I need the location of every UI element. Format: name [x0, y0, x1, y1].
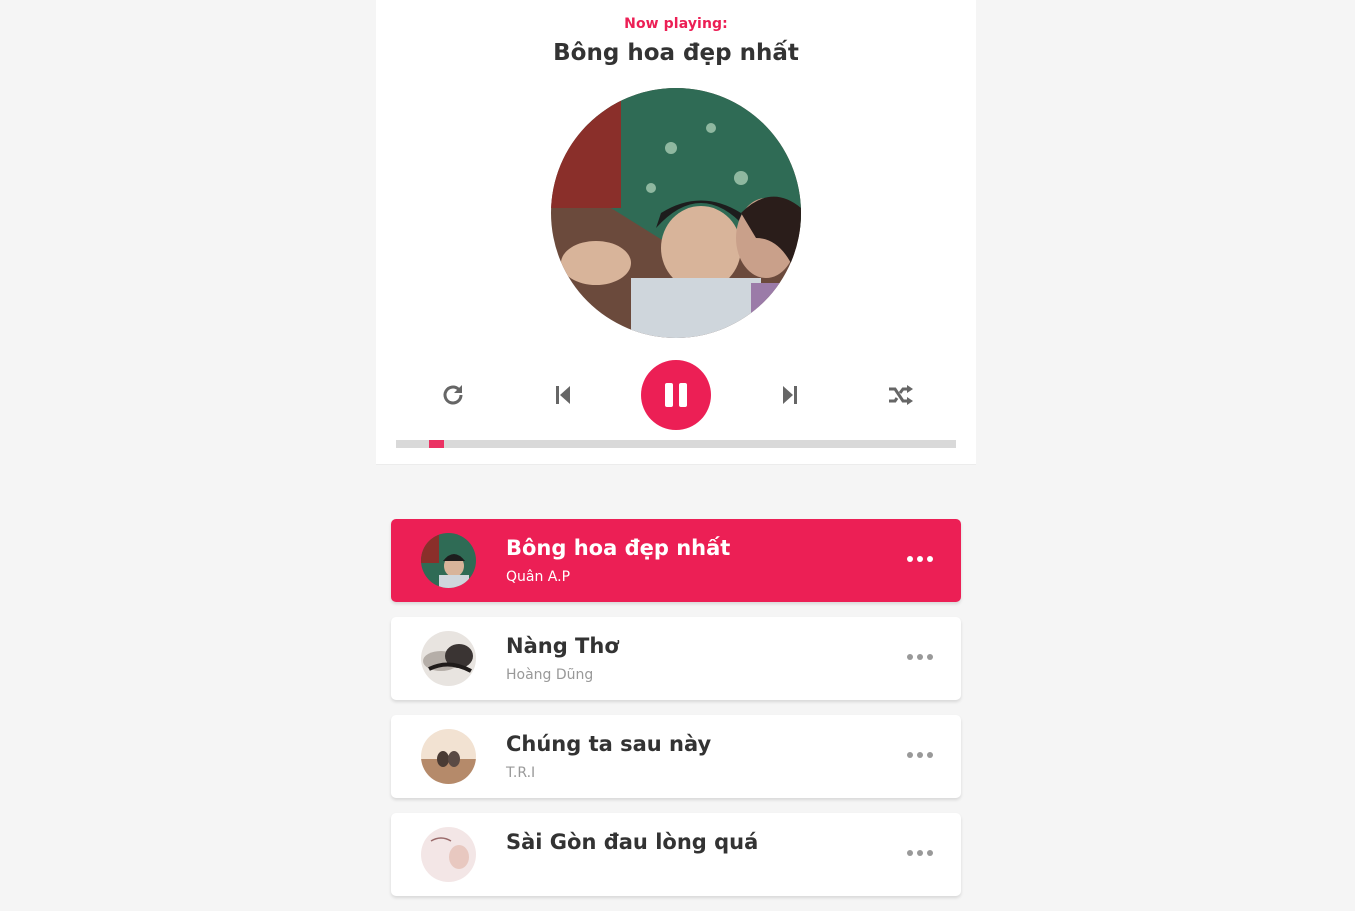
song-thumbnail — [421, 631, 476, 686]
now-playing-label: Now playing: — [624, 16, 728, 32]
song-artist: T.R.I — [506, 765, 536, 781]
song-item[interactable]: Bông hoa đẹp nhất Quân A.P — [391, 519, 961, 602]
song-item[interactable]: Chúng ta sau này T.R.I — [391, 715, 961, 798]
song-title: Chúng ta sau này — [506, 732, 712, 756]
song-item[interactable]: Nàng Thơ Hoàng Dũng — [391, 617, 961, 700]
repeat-button[interactable] — [438, 380, 468, 410]
current-song-title: Bông hoa đẹp nhất — [553, 40, 799, 66]
pause-icon — [665, 383, 687, 407]
more-options-icon[interactable] — [907, 745, 933, 765]
more-options-icon[interactable] — [907, 843, 933, 863]
song-thumbnail — [421, 827, 476, 882]
song-thumbnail — [421, 533, 476, 588]
song-artist: Hoàng Dũng — [506, 667, 594, 683]
player-dashboard: Now playing: Bông hoa đẹp nhất — [376, 0, 976, 465]
more-options-icon[interactable] — [907, 647, 933, 667]
song-title: Sài Gòn đau lòng quá — [506, 830, 759, 854]
step-backward-icon — [556, 386, 570, 404]
progress-thumb[interactable] — [429, 440, 444, 448]
repeat-icon — [443, 385, 463, 405]
song-title: Bông hoa đẹp nhất — [506, 536, 731, 560]
player-controls — [376, 360, 976, 430]
progress-bar[interactable] — [396, 440, 956, 448]
next-button[interactable] — [774, 380, 804, 410]
cd-thumbnail — [551, 88, 801, 338]
more-options-icon[interactable] — [907, 549, 933, 569]
song-title: Nàng Thơ — [506, 634, 619, 658]
shuffle-button[interactable] — [885, 380, 915, 410]
song-item[interactable]: Sài Gòn đau lòng quá — [391, 813, 961, 896]
song-artist: Quân A.P — [506, 569, 571, 585]
playlist: Bông hoa đẹp nhất Quân A.P Nàng Thơ Hoàn… — [391, 519, 961, 911]
shuffle-icon — [889, 385, 913, 405]
step-forward-icon — [783, 386, 797, 404]
song-thumbnail — [421, 729, 476, 784]
prev-button[interactable] — [549, 380, 579, 410]
pause-button[interactable] — [641, 360, 711, 430]
